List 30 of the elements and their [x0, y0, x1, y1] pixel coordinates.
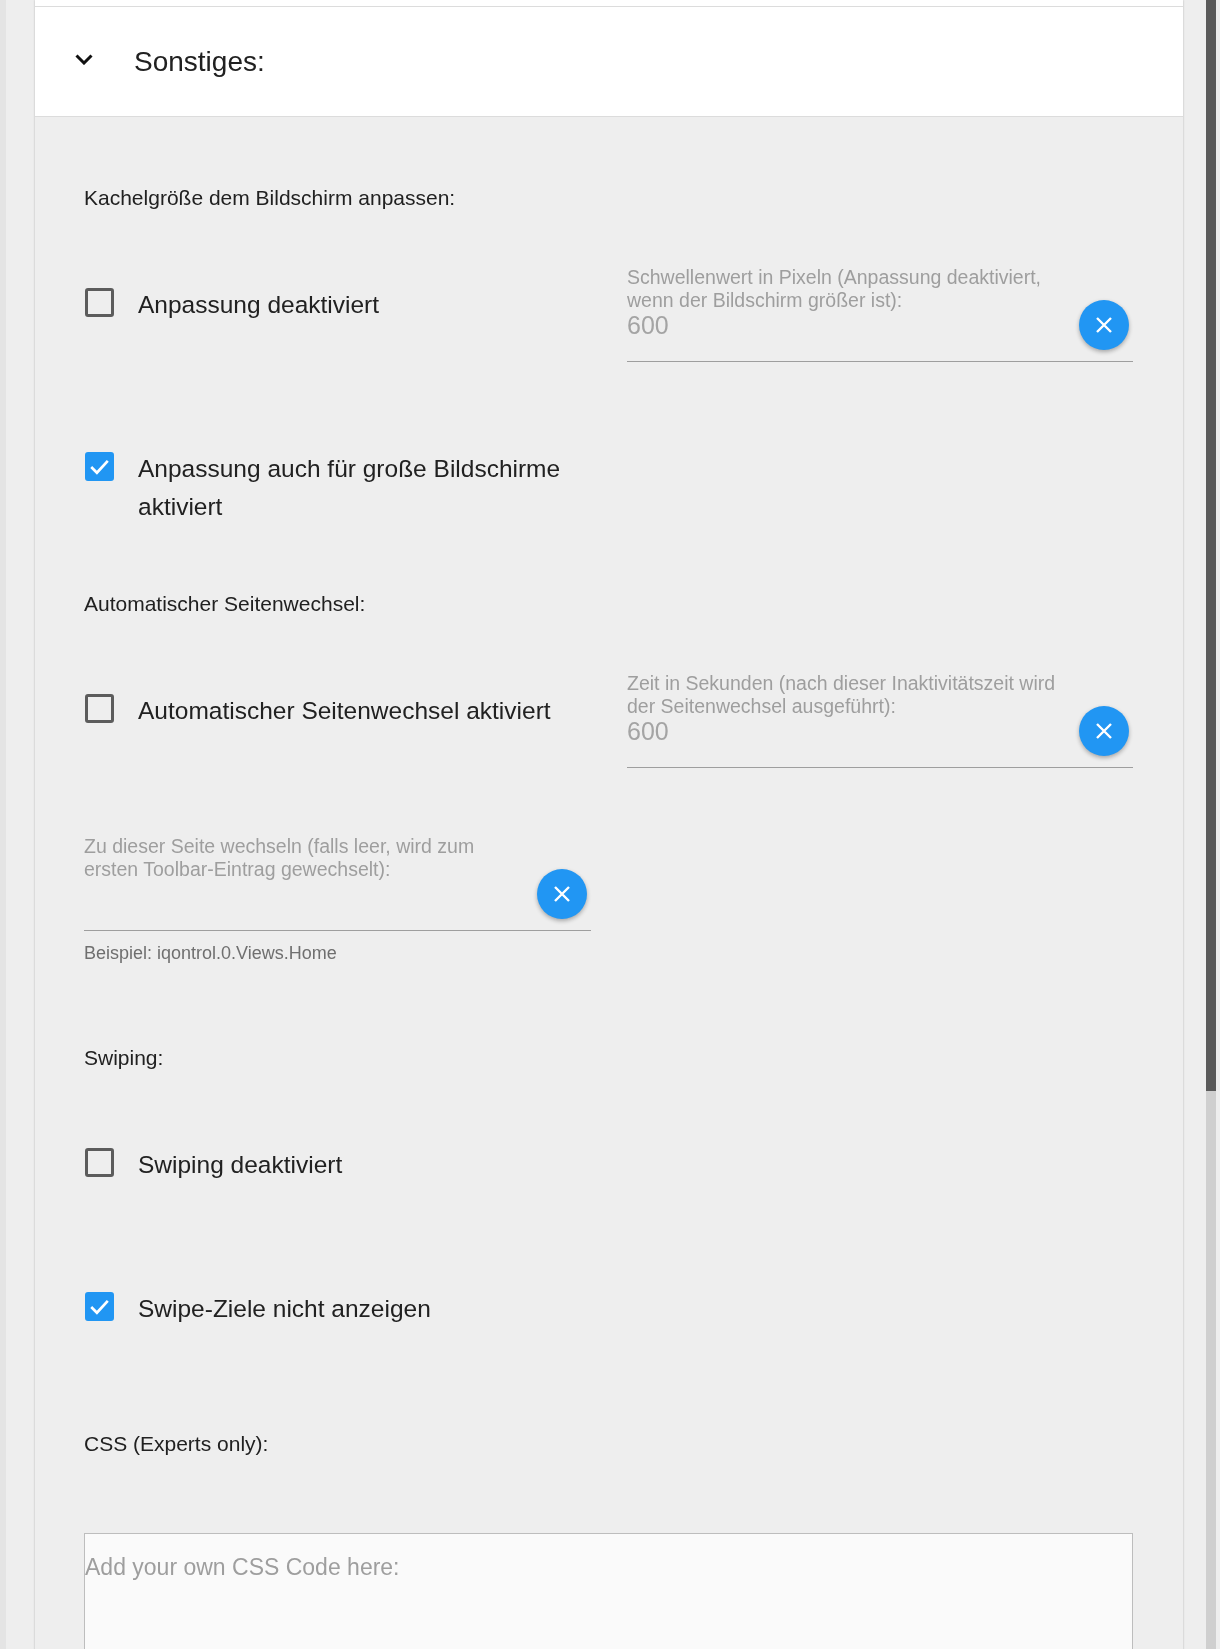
checkbox-label[interactable]: Anpassung auch für große Bildschirme aktiviert: [138, 450, 591, 526]
checkbox[interactable]: [85, 694, 114, 723]
close-icon: [1095, 722, 1113, 740]
close-icon: [553, 885, 571, 903]
checkbox-label[interactable]: Automatischer Seitenwechsel aktiviert: [138, 692, 551, 730]
checkbox[interactable]: [85, 1292, 114, 1321]
field-label: Zu dieser Seite wechseln (falls leer, wird zum ersten Toolbar-Eintrag gewechselt):: [84, 835, 476, 881]
css-textarea[interactable]: Add your own CSS Code here:: [84, 1533, 1133, 1649]
checkbox[interactable]: [85, 452, 114, 481]
clear-button[interactable]: [1079, 706, 1129, 756]
number-input[interactable]: 600: [627, 312, 1071, 362]
field-label: Schwellenwert in Pixeln (Anpassung deaktiviert, wenn der Bildschirm größer ist):: [627, 266, 1043, 312]
checkbox[interactable]: [85, 1148, 114, 1177]
checkbox-label[interactable]: Swiping deaktiviert: [138, 1146, 343, 1184]
section-header[interactable]: Sonstiges:: [35, 6, 1183, 117]
section-heading: Automatischer Seitenwechsel:: [84, 592, 367, 616]
section-heading: Swiping:: [84, 1046, 165, 1070]
scrollbar-thumb[interactable]: [1206, 0, 1216, 1091]
section-heading: Kachelgröße dem Bildschirm anpassen:: [84, 186, 457, 210]
number-input[interactable]: 600: [627, 718, 1071, 768]
clear-button[interactable]: [1079, 300, 1129, 350]
checkbox[interactable]: [85, 288, 114, 317]
helper-text: Beispiel: iqontrol.0.Views.Home: [84, 943, 338, 963]
field-label: Zeit in Sekunden (nach dieser Inaktivitätszeit wird der Seitenwechsel ausgeführt):: [627, 672, 1057, 718]
section-heading: CSS (Experts only):: [84, 1432, 270, 1456]
close-icon: [1095, 316, 1113, 334]
chevron-down-icon: [75, 54, 93, 65]
checkbox-label[interactable]: Anpassung deaktiviert: [138, 286, 380, 324]
checkbox-label[interactable]: Swipe-Ziele nicht anzeigen: [138, 1290, 431, 1328]
clear-button[interactable]: [537, 869, 587, 919]
